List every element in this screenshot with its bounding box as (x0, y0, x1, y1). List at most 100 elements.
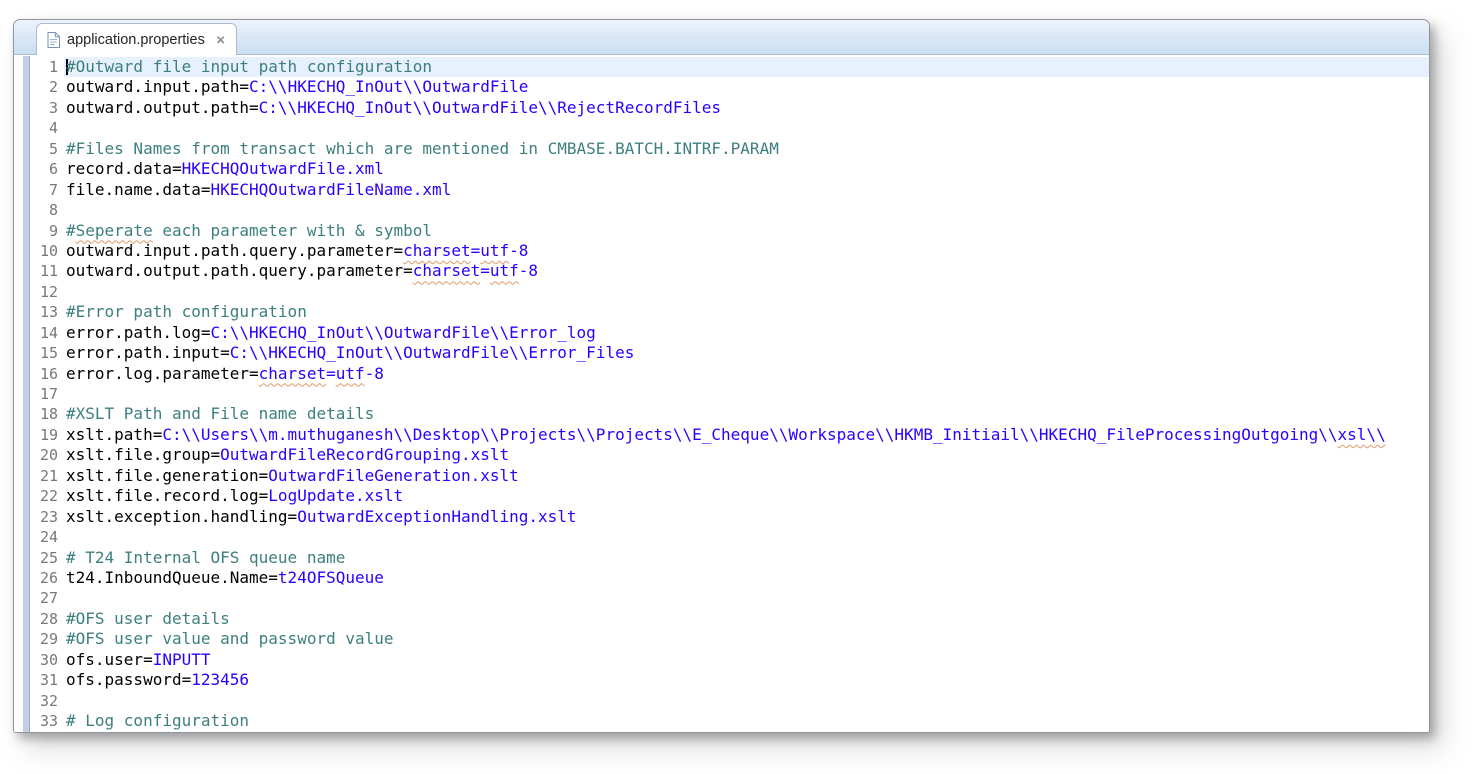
line-number: 3 (30, 98, 64, 118)
line-number: 8 (30, 200, 64, 220)
line-number: 27 (30, 588, 64, 608)
line-content (64, 200, 1429, 220)
tab-application-properties[interactable]: application.properties ✕ (36, 23, 237, 55)
line-number: 18 (30, 404, 64, 424)
code-line: 28#OFS user details (30, 609, 1429, 629)
code-line: 15error.path.input=C:\\HKECHQ_InOut\\Out… (30, 343, 1429, 363)
code-line: 21xslt.file.generation=OutwardFileGenera… (30, 466, 1429, 486)
line-number: 21 (30, 466, 64, 486)
line-content (64, 118, 1429, 138)
line-number: 19 (30, 425, 64, 445)
code-editor[interactable]: 1#Outward file input path configuration2… (14, 56, 1429, 732)
line-number: 14 (30, 323, 64, 343)
code-lines: 1#Outward file input path configuration2… (30, 56, 1429, 732)
code-line: 29#OFS user value and password value (30, 629, 1429, 649)
code-line: 7file.name.data=HKECHQOutwardFileName.xm… (30, 180, 1429, 200)
code-line: 20xslt.file.group=OutwardFileRecordGroup… (30, 445, 1429, 465)
line-content: xslt.file.generation=OutwardFileGenerati… (64, 466, 1429, 486)
line-number: 7 (30, 180, 64, 200)
line-number: 17 (30, 384, 64, 404)
line-number: 13 (30, 302, 64, 322)
line-content: xslt.path=C:\\Users\\m.muthuganesh\\Desk… (64, 425, 1429, 445)
line-number: 20 (30, 445, 64, 465)
line-number: 30 (30, 650, 64, 670)
line-content: #Files Names from transact which are men… (64, 139, 1429, 159)
code-line: 13#Error path configuration (30, 302, 1429, 322)
line-number: 6 (30, 159, 64, 179)
code-line: 32 (30, 691, 1429, 711)
line-content: outward.output.path=C:\\HKECHQ_InOut\\Ou… (64, 98, 1429, 118)
code-line: 9#Seperate each parameter with & symbol (30, 221, 1429, 241)
line-number: 22 (30, 486, 64, 506)
code-line: 24 (30, 527, 1429, 547)
line-content (64, 384, 1429, 404)
code-line: 12 (30, 282, 1429, 302)
code-line: 18#XSLT Path and File name details (30, 404, 1429, 424)
line-content: # Log configuration (64, 711, 1429, 731)
code-line: 1#Outward file input path configuration (30, 57, 1429, 77)
code-line: 10outward.input.path.query.parameter=cha… (30, 241, 1429, 261)
line-content: #Outward file input path configuration (64, 57, 1429, 77)
line-content: #OFS user details (64, 609, 1429, 629)
line-content: record.data=HKECHQOutwardFile.xml (64, 159, 1429, 179)
line-content: ofs.password=123456 (64, 670, 1429, 690)
tab-label: application.properties (67, 32, 205, 48)
ruler-bar (23, 56, 30, 732)
line-number: 2 (30, 77, 64, 97)
editor-window: application.properties ✕ 1#Outward file … (13, 19, 1430, 733)
line-number: 29 (30, 629, 64, 649)
code-line: 8 (30, 200, 1429, 220)
line-content (64, 691, 1429, 711)
code-line: 16error.log.parameter=charset=utf-8 (30, 364, 1429, 384)
line-number: 23 (30, 507, 64, 527)
code-line: 17 (30, 384, 1429, 404)
annotation-ruler (14, 56, 23, 732)
line-content: xslt.file.group=OutwardFileRecordGroupin… (64, 445, 1429, 465)
code-line: 25# T24 Internal OFS queue name (30, 548, 1429, 568)
line-content: xslt.file.record.log=LogUpdate.xslt (64, 486, 1429, 506)
code-line: 11outward.output.path.query.parameter=ch… (30, 261, 1429, 281)
line-content: outward.output.path.query.parameter=char… (64, 261, 1429, 281)
line-content: #Seperate each parameter with & symbol (64, 221, 1429, 241)
line-content: #OFS user value and password value (64, 629, 1429, 649)
line-content: outward.input.path.query.parameter=chars… (64, 241, 1429, 261)
code-line: 31ofs.password=123456 (30, 670, 1429, 690)
code-line: 6record.data=HKECHQOutwardFile.xml (30, 159, 1429, 179)
line-content: xslt.exception.handling=OutwardException… (64, 507, 1429, 527)
line-content: ofs.user=INPUTT (64, 650, 1429, 670)
line-number: 16 (30, 364, 64, 384)
line-number: 25 (30, 548, 64, 568)
line-number: 12 (30, 282, 64, 302)
line-content: error.path.log=C:\\HKECHQ_InOut\\Outward… (64, 323, 1429, 343)
line-number: 15 (30, 343, 64, 363)
code-line: 19xslt.path=C:\\Users\\m.muthuganesh\\De… (30, 425, 1429, 445)
code-line: 5#Files Names from transact which are me… (30, 139, 1429, 159)
line-content (64, 527, 1429, 547)
line-number: 10 (30, 241, 64, 261)
editor-tab-bar: application.properties ✕ (14, 20, 1429, 55)
line-content: #XSLT Path and File name details (64, 404, 1429, 424)
line-content: error.path.input=C:\\HKECHQ_InOut\\Outwa… (64, 343, 1429, 363)
line-content (64, 588, 1429, 608)
line-number: 9 (30, 221, 64, 241)
tab-close-icon[interactable]: ✕ (216, 33, 226, 47)
line-content (64, 282, 1429, 302)
code-line: 23xslt.exception.handling=OutwardExcepti… (30, 507, 1429, 527)
code-line: 33# Log configuration (30, 711, 1429, 731)
line-number: 4 (30, 118, 64, 138)
line-number: 24 (30, 527, 64, 547)
line-content: # T24 Internal OFS queue name (64, 548, 1429, 568)
code-line: 26t24.InboundQueue.Name=t24OFSQueue (30, 568, 1429, 588)
line-number: 32 (30, 691, 64, 711)
line-content: error.log.parameter=charset=utf-8 (64, 364, 1429, 384)
line-number: 26 (30, 568, 64, 588)
line-number: 11 (30, 261, 64, 281)
line-number: 31 (30, 670, 64, 690)
code-line: 4 (30, 118, 1429, 138)
line-number: 28 (30, 609, 64, 629)
line-number: 5 (30, 139, 64, 159)
line-content: #Error path configuration (64, 302, 1429, 322)
code-line: 14error.path.log=C:\\HKECHQ_InOut\\Outwa… (30, 323, 1429, 343)
code-line: 22xslt.file.record.log=LogUpdate.xslt (30, 486, 1429, 506)
line-number: 33 (30, 711, 64, 731)
